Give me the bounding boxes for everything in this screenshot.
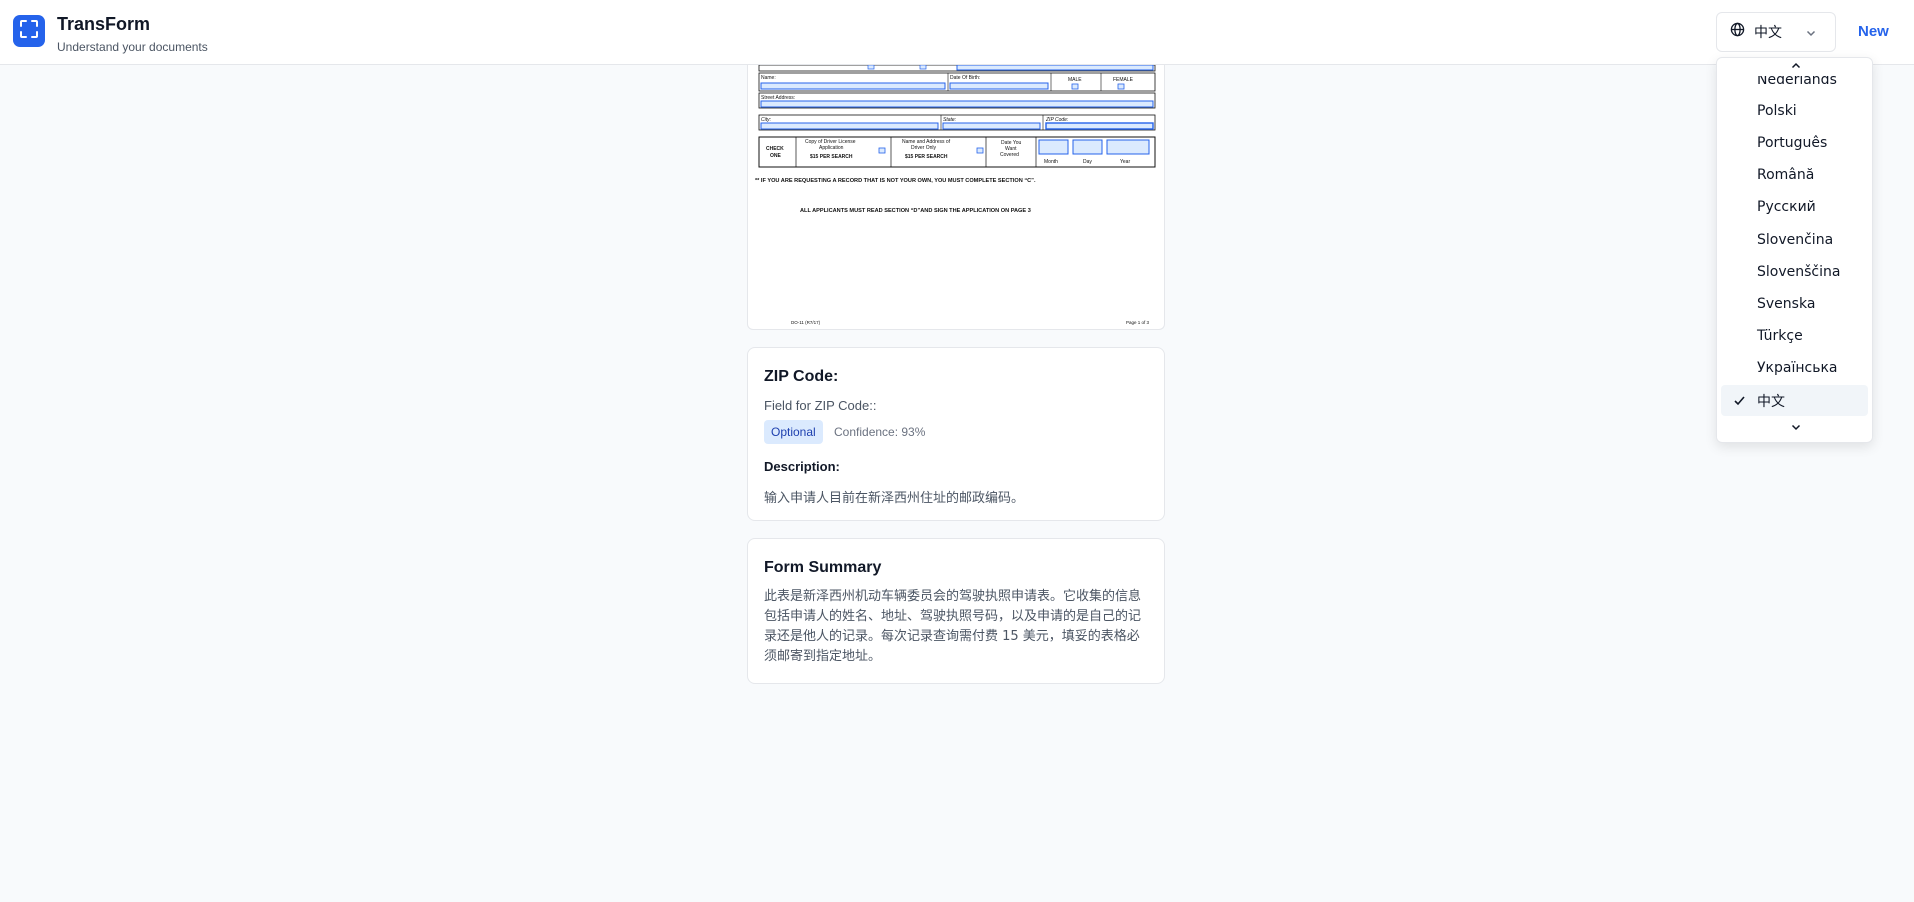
form-label-year: Year (1120, 159, 1130, 165)
language-dropdown: Nederlands Polski Português Română Русск… (1716, 57, 1873, 443)
field-detail-card: ZIP Code: Field for ZIP Code:: Optional … (747, 347, 1165, 521)
form-label-street: Street Address: (761, 95, 795, 101)
scroll-down-button[interactable] (1717, 420, 1872, 438)
language-option[interactable]: Polski (1721, 95, 1868, 126)
description-heading: Description: (764, 459, 840, 474)
form-footer-code: DO-11 (R7/17) (791, 320, 821, 325)
language-select-value: 中文 (1754, 25, 1782, 41)
chevron-down-icon (1805, 26, 1817, 44)
language-option[interactable]: Русский (1721, 191, 1868, 222)
form-label-copy-app-2: Application (819, 145, 844, 151)
form-label-name-addr-2: Driver Only (911, 145, 937, 151)
document-preview: Name: Date Of Birth: MALE FEMALE Street … (747, 65, 1165, 330)
language-option[interactable]: Slovenčina (1721, 224, 1868, 255)
form-label-state: State: (943, 117, 957, 123)
app-logo[interactable] (13, 15, 45, 47)
form-label-name-addr-3: $15 PER SEARCH (905, 154, 948, 160)
form-footer-page: Page 1 of 3 (1126, 320, 1150, 325)
form-summary-card: Form Summary 此表是新泽西州机动车辆委员会的驾驶执照申请表。它收集的… (747, 538, 1165, 684)
form-label-copy-app-3: $15 PER SEARCH (810, 154, 853, 160)
form-notice-section-c: ** IF YOU ARE REQUESTING A RECORD THAT I… (755, 178, 1036, 184)
description-text: 输入申请人目前在新泽西州住址的邮政编码。 (764, 491, 1025, 506)
summary-title: Form Summary (764, 559, 882, 576)
language-option-selected[interactable]: 中文 (1721, 385, 1868, 416)
summary-text: 此表是新泽西州机动车辆委员会的驾驶执照申请表。它收集的信息包括申请人的姓名、地址… (764, 589, 1142, 664)
scroll-up-button[interactable] (1717, 59, 1872, 77)
form-notice-section-d: ALL APPLICANTS MUST READ SECTION “D”AND … (800, 208, 1031, 214)
optional-badge: Optional (764, 420, 823, 444)
language-option[interactable]: Svenska (1721, 288, 1868, 319)
scan-icon (20, 19, 38, 43)
form-label-day: Day (1083, 159, 1092, 165)
form-label-date-want-3: Covered (1000, 152, 1019, 158)
globe-icon (1730, 22, 1745, 42)
form-label-month: Month (1044, 159, 1058, 165)
form-label-zip: ZIP Code: (1045, 117, 1069, 123)
new-button[interactable]: New (1858, 23, 1889, 40)
language-option[interactable]: Українська (1721, 352, 1868, 383)
language-option[interactable]: Română (1721, 159, 1868, 190)
field-label: Field for ZIP Code:: (764, 398, 877, 413)
chevron-up-icon (1790, 59, 1802, 77)
language-select[interactable]: 中文 (1716, 12, 1836, 52)
app-header: TransForm Understand your documents 中文 N… (0, 0, 1914, 65)
check-icon (1733, 394, 1746, 411)
form-page-image: Name: Date Of Birth: MALE FEMALE Street … (755, 65, 1156, 325)
form-label-check-one: CHECK (766, 146, 784, 152)
form-label-female: FEMALE (1113, 77, 1134, 83)
app-subtitle: Understand your documents (57, 40, 208, 54)
chevron-down-icon (1790, 420, 1802, 438)
language-option[interactable]: Slovenščina (1721, 256, 1868, 287)
form-label-name: Name: (761, 75, 776, 81)
confidence-text: Confidence: 93% (834, 425, 926, 439)
language-option[interactable]: Türkçe (1721, 320, 1868, 351)
app-title: TransForm (57, 14, 151, 34)
form-label-check-one-2: ONE (770, 153, 782, 159)
form-label-city: City: (761, 117, 772, 123)
form-label-dob: Date Of Birth: (950, 75, 980, 81)
language-option[interactable]: Português (1721, 127, 1868, 158)
field-title: ZIP Code: (764, 368, 839, 385)
form-label-male: MALE (1068, 77, 1082, 83)
language-option-label: 中文 (1757, 393, 1785, 410)
